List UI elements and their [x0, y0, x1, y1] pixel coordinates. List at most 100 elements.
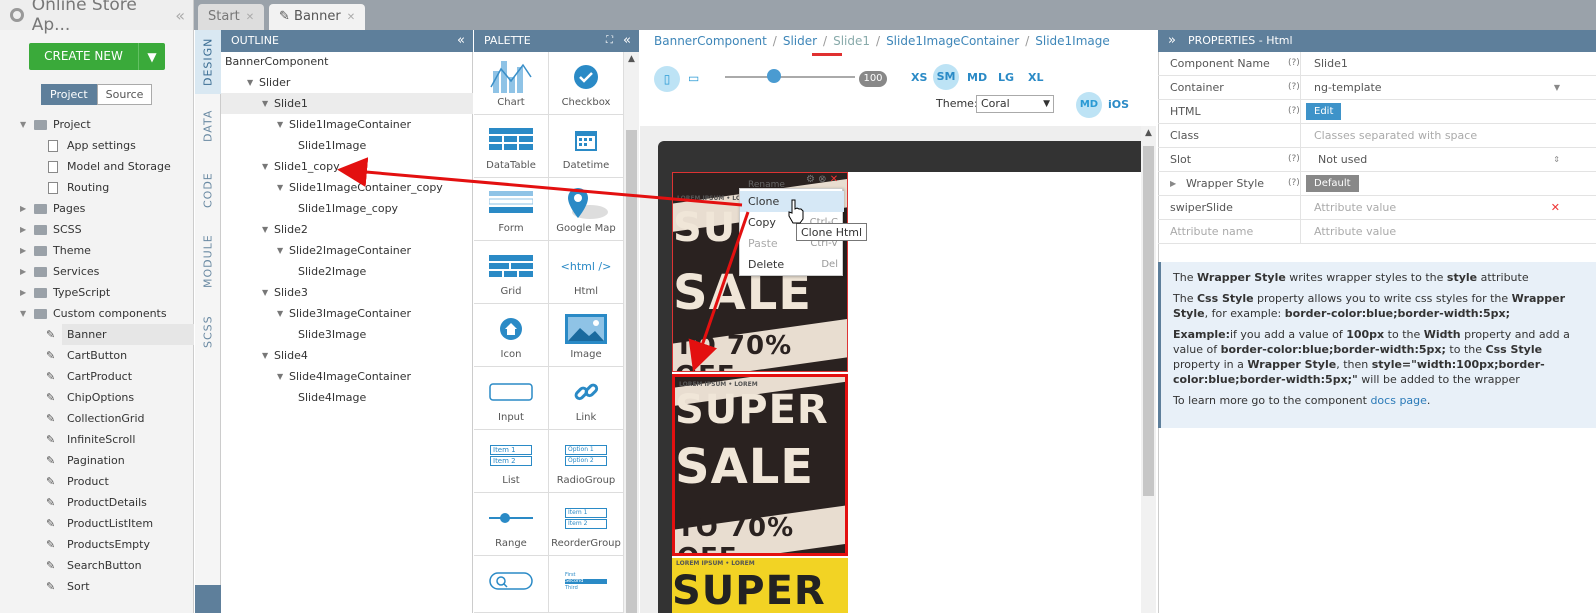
outline-node[interactable]: Slide1Image_copy — [221, 198, 473, 219]
theme-select[interactable]: Coral ▼ — [976, 95, 1054, 113]
menu-item-rename[interactable]: Rename — [740, 179, 844, 191]
palette-image[interactable]: Image — [549, 304, 624, 367]
platform-ios[interactable]: iOS — [1108, 98, 1129, 111]
collapse-outline-icon[interactable]: « — [457, 30, 465, 52]
project-tree-item[interactable]: ✎ InfiniteScroll — [0, 429, 194, 450]
mode-md[interactable]: MD — [1076, 92, 1102, 118]
chevron-down-icon[interactable]: ▼ — [247, 72, 253, 93]
outline-node[interactable]: ▼ Slide1ImageContainer_copy — [221, 177, 473, 198]
outline-node[interactable]: Slide3Image — [221, 324, 473, 345]
help-icon[interactable]: (?) — [1288, 148, 1300, 171]
scroll-thumb[interactable] — [626, 130, 637, 613]
palette-link[interactable]: Link — [549, 367, 624, 430]
outline-node[interactable]: Slide2Image — [221, 261, 473, 282]
project-tree-item[interactable]: Routing — [0, 177, 194, 198]
tablet-device-icon[interactable]: ▭ — [688, 71, 699, 85]
project-tree-item[interactable]: ▶ TypeScript — [0, 282, 194, 303]
tab-source[interactable]: Source — [96, 84, 153, 105]
chevron-right-icon[interactable]: ▶ — [20, 267, 26, 276]
chevron-down-icon[interactable]: ▼ — [262, 345, 268, 366]
chevron-right-icon[interactable]: ▶ — [20, 225, 26, 234]
outline-node[interactable]: Slide4Image — [221, 387, 473, 408]
help-icon[interactable]: (?) — [1288, 76, 1300, 99]
tab-scss[interactable]: SCSS — [195, 300, 221, 364]
collapse-palette-icon[interactable]: « — [623, 30, 631, 52]
prop-value-input[interactable]: Slide1 — [1314, 52, 1348, 75]
tab-design[interactable]: DESIGN — [195, 30, 221, 94]
expand-properties-icon[interactable]: » — [1168, 30, 1176, 52]
slot-select[interactable]: Not used — [1318, 148, 1367, 171]
app-gear-icon[interactable] — [10, 8, 24, 22]
expand-icon[interactable]: ⛶ — [606, 30, 613, 52]
chevron-down-icon[interactable]: ▼ — [262, 156, 268, 177]
palette-chart[interactable]: Chart — [474, 52, 549, 115]
outline-node[interactable]: ▼ Slide4 — [221, 345, 473, 366]
tab-banner[interactable]: ✎ Banner ✕ — [269, 4, 366, 30]
chevron-right-icon[interactable]: ▶ — [1170, 172, 1176, 195]
slide2-preview[interactable]: LOREM IPSUM • LOREM SUPER — [672, 558, 848, 613]
outline-node[interactable]: Slide1Image — [221, 135, 473, 156]
chevron-down-icon[interactable]: ▼ — [20, 120, 26, 129]
palette-form[interactable]: Form — [474, 178, 549, 241]
project-tree-item[interactable]: ✎ CartButton — [0, 345, 194, 366]
chevron-down-icon[interactable]: ▼ — [277, 366, 283, 387]
project-tree-item[interactable]: ✎ Product — [0, 471, 194, 492]
breadcrumb-item-current[interactable]: Slide1 — [833, 34, 870, 52]
project-tree-item[interactable]: ✎ ChipOptions — [0, 387, 194, 408]
chevron-down-icon[interactable]: ▼ — [262, 282, 268, 303]
prop-value-select[interactable]: ng-template — [1314, 76, 1382, 99]
scroll-thumb[interactable] — [1143, 146, 1154, 496]
project-tree-item[interactable]: ✎ Pagination — [0, 450, 194, 471]
palette-datetime[interactable]: Datetime — [549, 115, 624, 178]
attribute-value-input[interactable]: Attribute value — [1314, 220, 1396, 243]
tab-start[interactable]: Start ✕ — [198, 4, 265, 30]
outline-node[interactable]: ▼ Slide3 — [221, 282, 473, 303]
breadcrumb-item[interactable]: BannerComponent — [654, 34, 767, 52]
help-icon[interactable]: (?) — [1288, 52, 1300, 75]
project-tree-item[interactable]: ▼ Project — [0, 114, 194, 135]
remove-icon[interactable]: ✕ — [1551, 196, 1560, 219]
palette-google-map[interactable]: Google Map — [549, 178, 624, 241]
mobile-device-icon[interactable]: ▯ — [654, 66, 680, 92]
chevron-down-icon[interactable]: ▼ — [139, 50, 165, 64]
breadcrumb-item[interactable]: Slide1Image — [1035, 34, 1110, 52]
close-icon[interactable]: ✕ — [347, 12, 355, 23]
project-tree-item[interactable]: ✎ CollectionGrid — [0, 408, 194, 429]
project-tree-item[interactable]: ✎ SearchButton — [0, 555, 194, 576]
chevron-down-icon[interactable]: ▼ — [277, 303, 283, 324]
chevron-down-icon[interactable]: ▼ — [1554, 76, 1560, 99]
scroll-up-icon[interactable]: ▲ — [1141, 126, 1156, 141]
palette-radiogroup[interactable]: Option 1 Option 2 RadioGroup — [549, 430, 624, 493]
palette-search[interactable] — [474, 556, 549, 613]
project-tree-item[interactable]: App settings — [0, 135, 194, 156]
help-icon[interactable]: (?) — [1288, 172, 1300, 195]
project-tree-item[interactable]: Model and Storage — [0, 156, 194, 177]
palette-html[interactable]: <html /> Html — [549, 241, 624, 304]
breakpoint-md[interactable]: MD — [967, 71, 987, 84]
outline-node[interactable]: ▼ Slide2 — [221, 219, 473, 240]
project-tree-item[interactable]: ✎ ProductsEmpty — [0, 534, 194, 555]
collapse-left-icon[interactable]: « — [175, 6, 185, 25]
outline-node[interactable]: ▼ Slide1_copy — [221, 156, 473, 177]
zoom-slider-track[interactable] — [725, 76, 855, 78]
palette-range[interactable]: Range — [474, 493, 549, 556]
outline-node[interactable]: ▼ Slide3ImageContainer — [221, 303, 473, 324]
palette-grid-item[interactable]: Grid — [474, 241, 549, 304]
palette-reordergroup[interactable]: Item 1 Item 2 ReorderGroup — [549, 493, 624, 556]
palette-datatable[interactable]: DataTable — [474, 115, 549, 178]
project-tree-item[interactable]: ▶ SCSS — [0, 219, 194, 240]
palette-scrollbar[interactable]: ▲ — [624, 52, 639, 613]
breakpoint-xs[interactable]: XS — [911, 71, 927, 84]
chevron-right-icon[interactable]: ▶ — [20, 246, 26, 255]
default-button[interactable]: Default — [1306, 175, 1359, 192]
canvas-scrollbar[interactable]: ▲ — [1141, 126, 1156, 613]
chevron-down-icon[interactable]: ▼ — [277, 177, 283, 198]
menu-item-delete[interactable]: Delete Del — [740, 254, 844, 275]
chevron-down-icon[interactable]: ▼ — [277, 114, 283, 135]
outline-node[interactable]: ▼ Slide1ImageContainer — [221, 114, 473, 135]
palette-icon[interactable]: Icon — [474, 304, 549, 367]
project-tree-item[interactable]: ✎ CartProduct — [0, 366, 194, 387]
project-tree-item[interactable]: ▶ Services — [0, 261, 194, 282]
chevron-right-icon[interactable]: ▶ — [20, 288, 26, 297]
project-tree-item[interactable]: ✎ ProductListItem — [0, 513, 194, 534]
